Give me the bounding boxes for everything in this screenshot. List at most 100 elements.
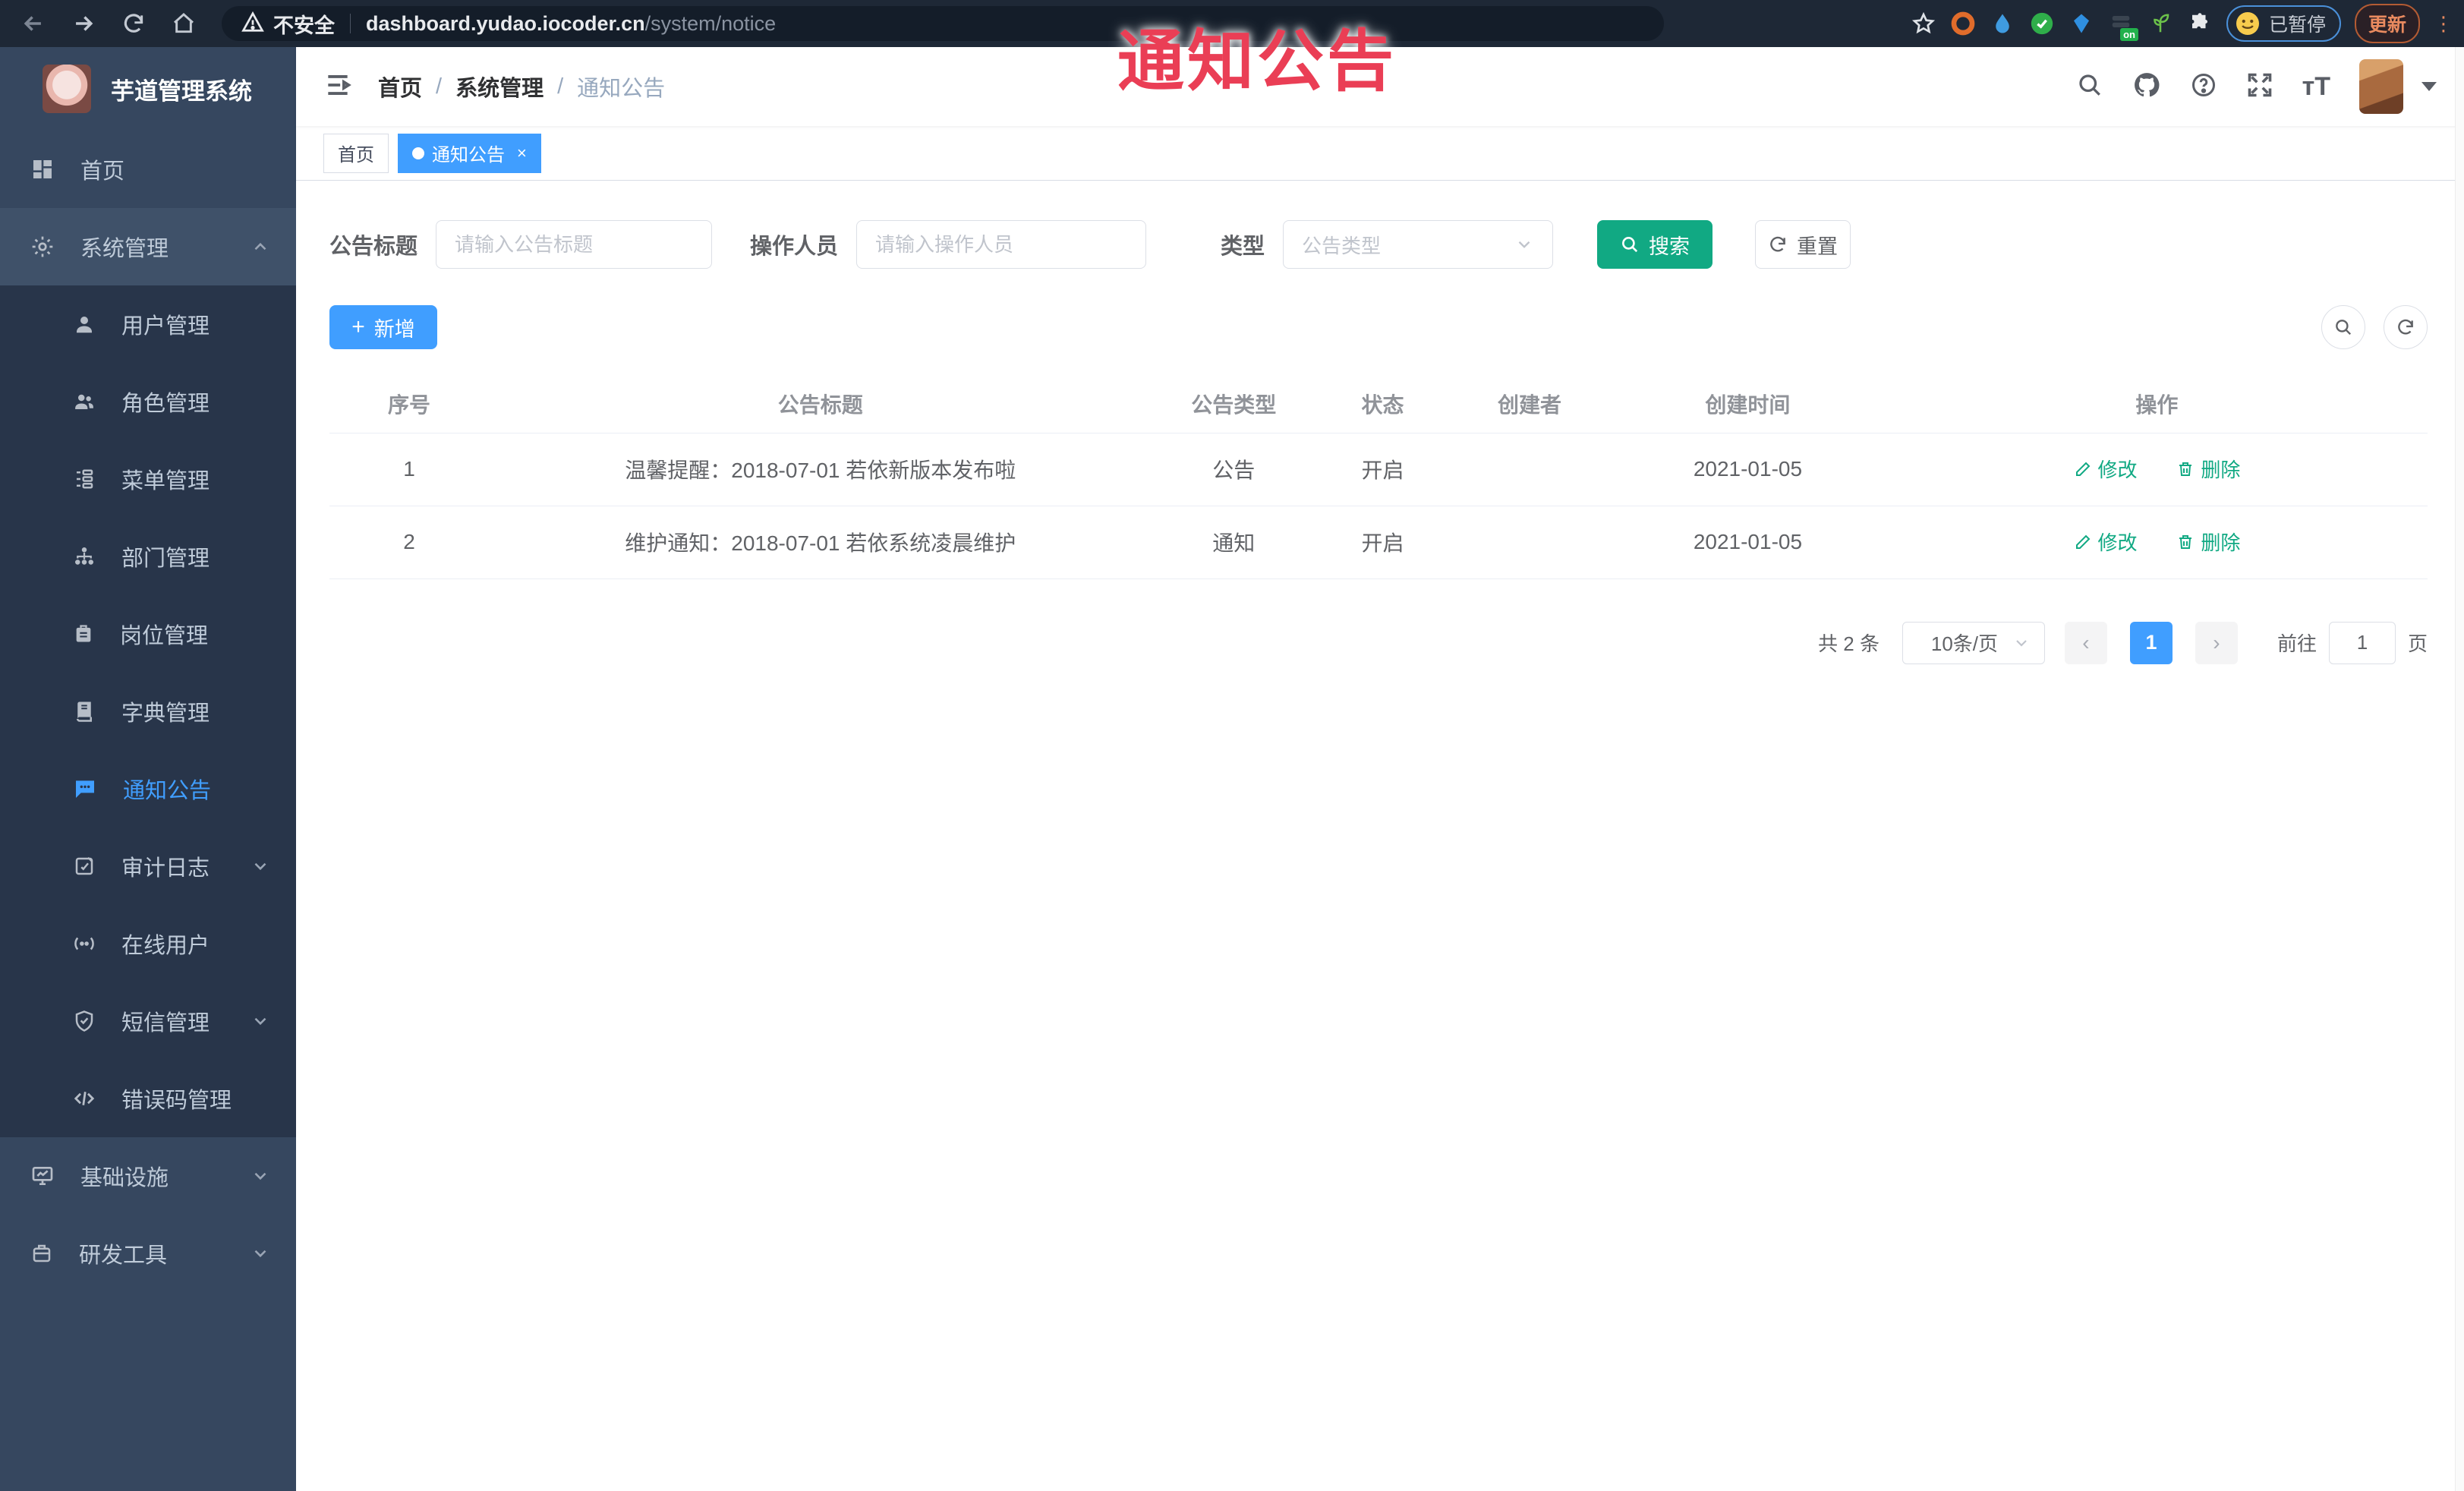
trash-icon xyxy=(2179,534,2192,549)
sidebar: 芋道管理系统 首页 系统管理 用户管理 角色管理 菜单管理 部门管理 岗位管理 … xyxy=(0,47,296,1491)
sidebar-item-audit-log[interactable]: 审计日志 xyxy=(0,827,296,905)
sidebar-item-error-codes[interactable]: 错误码管理 xyxy=(0,1060,296,1137)
scrollbar[interactable] xyxy=(2455,47,2464,1491)
user-icon xyxy=(77,317,92,333)
table-toolbar: + 新增 xyxy=(329,305,2428,349)
delete-link[interactable]: 删除 xyxy=(2176,528,2240,556)
goto-page-input[interactable] xyxy=(2328,621,2396,664)
page-size-select[interactable]: 10条/页 xyxy=(1902,621,2045,664)
prev-page-button[interactable]: ‹ xyxy=(2064,621,2107,664)
breadcrumb-home[interactable]: 首页 xyxy=(378,71,422,102)
paused-label: 已暂停 xyxy=(2268,14,2326,36)
font-size-icon[interactable]: ᴛT xyxy=(2302,72,2330,102)
sidebar-item-sms[interactable]: 短信管理 xyxy=(0,982,296,1060)
breadcrumb-system[interactable]: 系统管理 xyxy=(455,71,544,102)
update-button[interactable]: 更新 xyxy=(2354,4,2420,43)
type-select[interactable]: 公告类型 xyxy=(1283,220,1554,269)
extension-sprout-icon[interactable] xyxy=(2147,11,2173,36)
extension-drop-icon[interactable] xyxy=(1990,11,2015,36)
sidebar-item-infrastructure[interactable]: 基础设施 xyxy=(0,1137,296,1215)
table-row[interactable]: 1 温馨提醒：2018-07-01 若依新版本发布啦 公告 开启 2021-01… xyxy=(329,433,2428,506)
sidebar-item-menus[interactable]: 菜单管理 xyxy=(0,440,296,518)
dashboard-icon xyxy=(33,160,52,178)
sidebar-item-posts[interactable]: 岗位管理 xyxy=(0,595,296,673)
title-filter-input[interactable] xyxy=(436,220,713,269)
tab-home[interactable]: 首页 xyxy=(323,133,389,173)
extension-orange-icon[interactable] xyxy=(1950,11,1976,36)
sidebar-item-dev-tools[interactable]: 研发工具 xyxy=(0,1215,296,1292)
cell-no: 2 xyxy=(329,506,490,579)
sidebar-item-label: 短信管理 xyxy=(121,1011,210,1036)
search-button[interactable]: 搜索 xyxy=(1597,220,1713,269)
sidebar-item-dict[interactable]: 字典管理 xyxy=(0,673,296,750)
search-button-label: 搜索 xyxy=(1649,235,1690,258)
chevron-down-icon xyxy=(254,1250,266,1258)
sidebar-item-notice[interactable]: 通知公告 xyxy=(0,750,296,827)
current-page-button[interactable]: 1 xyxy=(2129,621,2173,664)
fullscreen-icon[interactable] xyxy=(2246,71,2273,102)
url-bar[interactable]: 不安全 dashboard.yudao.iocoder.cn/system/no… xyxy=(222,6,1664,41)
add-button[interactable]: + 新增 xyxy=(329,305,437,349)
next-page-button[interactable]: › xyxy=(2195,621,2238,664)
col-header-creator: 创建者 xyxy=(1449,375,1610,433)
message-icon xyxy=(76,780,94,798)
home-icon[interactable] xyxy=(167,7,200,40)
reset-button[interactable]: 重置 xyxy=(1755,220,1851,269)
badge-icon xyxy=(76,625,91,642)
extension-green-circle-icon[interactable] xyxy=(2029,11,2055,36)
goto-label: 前往 xyxy=(2277,632,2317,655)
refresh-circle-button[interactable] xyxy=(2384,305,2428,349)
tab-notice[interactable]: 通知公告 × xyxy=(398,133,541,173)
type-select-placeholder: 公告类型 xyxy=(1302,234,1382,257)
breadcrumb-separator: / xyxy=(436,74,443,99)
forward-icon[interactable] xyxy=(67,7,100,40)
overlay-page-title: 通知公告 xyxy=(1117,24,1397,99)
extension-on-badge-icon[interactable]: on xyxy=(2108,11,2138,41)
notice-table: 序号 公告标题 公告类型 状态 创建者 创建时间 操作 1 温馨提醒：2018-… xyxy=(329,375,2428,579)
github-icon[interactable] xyxy=(2132,71,2161,103)
extensions-puzzle-icon[interactable] xyxy=(2187,11,2213,36)
sidebar-item-home[interactable]: 首页 xyxy=(0,131,296,208)
chevron-down-icon xyxy=(254,1017,266,1026)
table-row[interactable]: 2 维护通知：2018-07-01 若依系统凌晨维护 通知 开启 2021-01… xyxy=(329,506,2428,579)
sidebar-item-label: 审计日志 xyxy=(121,856,210,881)
sidebar-item-system[interactable]: 系统管理 xyxy=(0,208,296,285)
sidebar-item-departments[interactable]: 部门管理 xyxy=(0,518,296,595)
bookmark-star-icon[interactable] xyxy=(1911,11,1936,36)
update-label: 更新 xyxy=(2368,14,2406,36)
delete-link[interactable]: 删除 xyxy=(2176,455,2240,483)
help-icon[interactable] xyxy=(2190,71,2217,102)
edit-link[interactable]: 修改 xyxy=(2074,455,2138,483)
cell-type: 公告 xyxy=(1152,433,1316,506)
chrome-menu-icon[interactable]: ⋮ xyxy=(2434,14,2453,33)
cell-created: 2021-01-05 xyxy=(1609,506,1886,579)
tabs-bar: 首页 通知公告 × xyxy=(296,126,2464,181)
sidebar-collapse-icon[interactable] xyxy=(323,71,352,103)
user-avatar[interactable] xyxy=(2359,59,2403,114)
back-icon[interactable] xyxy=(17,7,50,40)
sidebar-item-roles[interactable]: 角色管理 xyxy=(0,363,296,440)
sidebar-item-online-users[interactable]: 在线用户 xyxy=(0,905,296,982)
extension-gem-icon[interactable] xyxy=(2069,11,2094,36)
edit-link[interactable]: 修改 xyxy=(2074,528,2138,556)
tab-close-icon[interactable]: × xyxy=(517,143,527,163)
toggle-search-circle-button[interactable] xyxy=(2321,305,2365,349)
tab-label: 首页 xyxy=(338,145,374,165)
not-secure-label[interactable]: 不安全 xyxy=(273,9,335,39)
url-path[interactable]: /system/notice xyxy=(645,12,777,36)
org-tree-icon xyxy=(75,547,93,565)
sidebar-item-users[interactable]: 用户管理 xyxy=(0,285,296,363)
search-icon xyxy=(1622,237,1638,253)
profile-paused-pill[interactable]: 已暂停 xyxy=(2226,5,2341,42)
header-search-icon[interactable] xyxy=(2076,71,2103,102)
type-filter-label: 类型 xyxy=(1221,235,1265,259)
log-icon xyxy=(75,857,93,875)
edit-icon xyxy=(2075,462,2090,476)
not-secure-icon[interactable] xyxy=(241,11,264,37)
user-menu-caret-icon[interactable] xyxy=(2421,82,2437,91)
reload-icon[interactable] xyxy=(117,7,150,40)
search-icon xyxy=(2336,320,2352,336)
url-domain[interactable]: dashboard.yudao.iocoder.cn xyxy=(366,12,645,36)
operator-filter-input[interactable] xyxy=(856,220,1147,269)
app-logo-row[interactable]: 芋道管理系统 xyxy=(0,47,296,131)
